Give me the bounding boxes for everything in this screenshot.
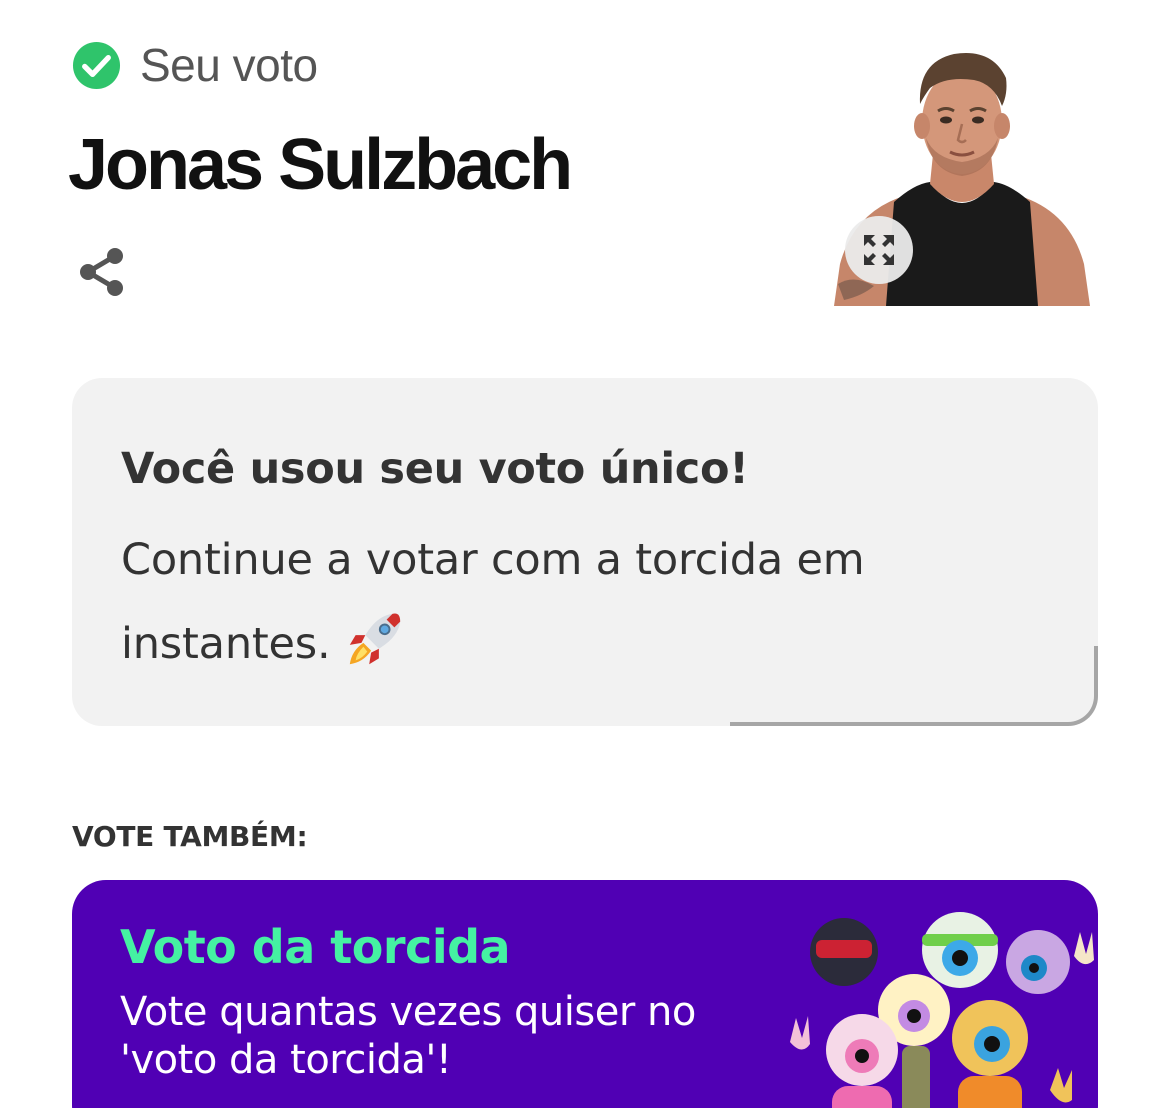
notice-title: Você usou seu voto único! xyxy=(121,444,749,494)
fan-vote-title: Voto da torcida xyxy=(120,920,511,974)
notice-message-block: Continue a votar com a torcida em instan… xyxy=(121,518,981,686)
notice-message: Continue a votar com a torcida em instan… xyxy=(121,535,865,669)
fan-vote-card[interactable]: Voto da torcida Vote quantas vezes quise… xyxy=(72,880,1098,1108)
candidate-name: Jonas Sulzbach xyxy=(68,125,573,205)
also-vote-heading: VOTE TAMBÉM: xyxy=(72,820,308,853)
mascots-illustration xyxy=(790,912,1094,1108)
check-circle-icon xyxy=(72,41,121,89)
vote-status: Seu voto xyxy=(72,38,318,92)
vote-status-label: Seu voto xyxy=(140,39,318,91)
expand-photo-button[interactable] xyxy=(845,216,913,284)
rocket-icon xyxy=(350,612,401,664)
share-icon[interactable] xyxy=(74,244,130,300)
fan-vote-description: Vote quantas vezes quiser no 'voto da to… xyxy=(120,989,696,1083)
vote-notice-card: Você usou seu voto único! Continue a vot… xyxy=(72,378,1098,726)
expand-icon xyxy=(864,235,894,265)
